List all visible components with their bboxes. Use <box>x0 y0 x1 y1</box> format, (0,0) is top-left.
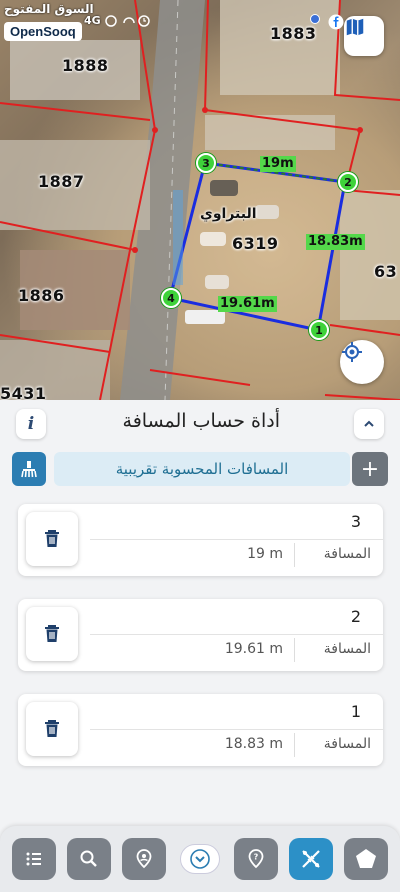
measurement-card: 2 المسافة 19.61 m <box>18 599 383 671</box>
parcel-number: 63 <box>374 262 398 281</box>
delete-measurement-button[interactable] <box>26 512 78 566</box>
shape-icon <box>356 849 376 868</box>
nav-help-button[interactable]: ? <box>234 838 278 880</box>
collapse-button[interactable] <box>354 409 384 439</box>
chevron-down-icon <box>190 849 210 869</box>
clear-button[interactable] <box>12 452 46 486</box>
status-icons <box>105 15 150 27</box>
measurement-number: 3 <box>350 512 361 531</box>
trash-icon <box>45 530 59 547</box>
nav-measure-button[interactable] <box>289 838 333 880</box>
facebook-icon <box>328 14 344 30</box>
help-pin-icon: ? <box>248 849 264 869</box>
segment-distance-label: 18.83m <box>306 234 365 250</box>
measurement-number: 1 <box>350 702 361 721</box>
delete-measurement-button[interactable] <box>26 607 78 661</box>
status-bar: السوق المفتوح OpenSooq 4G <box>0 0 400 41</box>
list-icon <box>26 852 41 866</box>
segment-distance-label: 19.61m <box>218 296 277 312</box>
whatsapp-icon <box>105 15 117 27</box>
vertex-marker[interactable]: 2 <box>338 172 358 192</box>
measurement-card: 3 المسافة 19 m <box>18 504 383 576</box>
distance-value: 19.61 m <box>224 641 283 657</box>
nav-search-button[interactable] <box>67 838 111 880</box>
notification-dot <box>310 14 320 24</box>
divider <box>90 729 383 730</box>
vertex-marker[interactable]: 4 <box>161 288 181 308</box>
measurement-card: 1 المسافة 18.83 m <box>18 694 383 766</box>
brand-name-arabic: السوق المفتوح <box>4 2 94 16</box>
brand-logo: OpenSooq <box>4 22 82 41</box>
distance-value: 18.83 m <box>224 736 283 752</box>
chevron-up-icon <box>364 420 374 427</box>
divider <box>90 634 383 635</box>
segment-distance-label: 19m <box>260 156 296 172</box>
approximate-distances-note: المسافات المحسوبة تقريبية <box>54 452 350 486</box>
trash-icon <box>45 720 59 737</box>
map-view[interactable]: 1888 1887 1886 5431 1883 6319 63 البتراو… <box>0 0 400 400</box>
divider <box>90 539 383 540</box>
crosshair-icon <box>342 342 362 362</box>
distance-tool-sheet: i أداة حساب المسافة المسافات المحسوبة تق… <box>0 400 400 892</box>
distance-label: المسافة <box>323 641 371 657</box>
sheet-title: أداة حساب المسافة <box>122 410 280 432</box>
parcel-number: 1886 <box>18 286 65 305</box>
measurement-number: 2 <box>350 607 361 626</box>
divider <box>294 638 295 662</box>
tool-toolbar: المسافات المحسوبة تقريبية + <box>12 452 388 486</box>
distance-label: المسافة <box>323 736 371 752</box>
trash-icon <box>45 625 59 642</box>
info-button[interactable]: i <box>16 409 46 439</box>
nav-location-button[interactable] <box>122 838 166 880</box>
add-measurement-button[interactable]: + <box>352 452 388 486</box>
parcel-number: 1888 <box>62 56 109 75</box>
svg-text:?: ? <box>254 853 259 862</box>
bottom-navigation: ? <box>0 826 400 892</box>
sheet-header: i أداة حساب المسافة <box>0 400 400 448</box>
broom-icon <box>21 461 37 478</box>
place-label: البتراوي <box>200 206 257 222</box>
nav-expand-button[interactable] <box>180 844 220 874</box>
vertex-marker[interactable]: 3 <box>196 153 216 173</box>
search-icon <box>80 850 97 867</box>
location-pin-icon <box>136 849 152 869</box>
delete-measurement-button[interactable] <box>26 702 78 756</box>
network-indicator: 4G <box>84 14 101 27</box>
parcel-number: 6319 <box>232 234 279 253</box>
my-location-button[interactable] <box>340 340 384 384</box>
distance-value: 19 m <box>247 546 283 562</box>
vertex-marker[interactable]: 1 <box>309 320 329 340</box>
ruler-tool-icon <box>302 850 320 868</box>
nav-list-button[interactable] <box>12 838 56 880</box>
distance-label: المسافة <box>323 546 371 562</box>
parcel-number: 5431 <box>0 384 47 400</box>
divider <box>294 543 295 567</box>
divider <box>294 733 295 757</box>
parcel-number: 1887 <box>38 172 85 191</box>
headset-icon <box>123 17 135 24</box>
nav-shape-button[interactable] <box>344 838 388 880</box>
